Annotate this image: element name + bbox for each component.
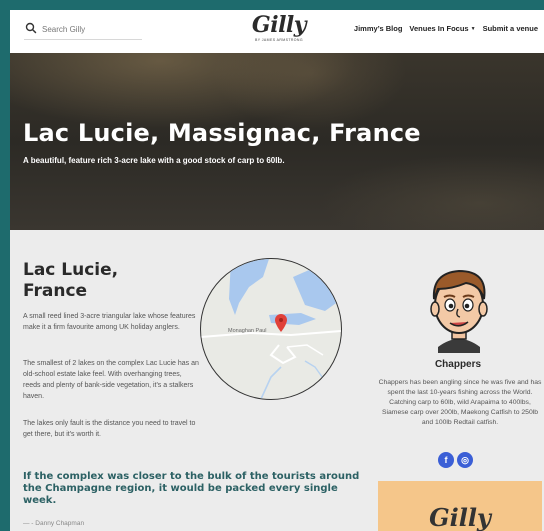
hero-subtitle: A beautiful, feature rich 3-acre lake wi… [23,156,285,165]
intro-paragraph: A small reed lined 3-acre triangular lak… [23,313,196,331]
page: Gilly BY JAMES ARMSTRONG Jimmy’s Blog Ve… [10,10,544,531]
nav-submit-venue[interactable]: Submit a venue [483,24,538,33]
author-avatar [430,269,488,353]
promo-logo: Gilly [429,503,491,531]
logo-wordmark: Gilly [251,12,307,38]
top-navigation-bar: Gilly BY JAMES ARMSTRONG Jimmy’s Blog Ve… [10,10,544,53]
nav-jimmys-blog[interactable]: Jimmy’s Blog [354,24,403,33]
hero-title: Lac Lucie, Massignac, France [23,119,421,147]
author-name: Chappers [434,359,482,370]
facebook-icon[interactable]: f [438,452,454,468]
main-nav: Jimmy’s Blog Venues In Focus ▼ Submit a v… [354,24,538,33]
search-icon [25,22,37,34]
promo-banner[interactable]: Gilly [378,481,542,531]
distance-paragraph: The lakes only fault is the distance you… [23,420,196,438]
hero-banner: Lac Lucie, Massignac, France A beautiful… [10,53,544,230]
search-input[interactable] [40,20,144,38]
social-links: f ◎ [438,452,473,468]
quote-author: — - Danny Chapman [23,520,85,527]
nav-venues-in-focus[interactable]: Venues In Focus ▼ [409,24,475,33]
pull-quote: If the complex was closer to the bulk of… [23,471,360,506]
description-paragraph: The smallest of 2 lakes on the complex L… [23,360,199,400]
lake-title: Lac Lucie, France [23,260,119,301]
map-graphic [201,259,341,399]
site-logo[interactable]: Gilly BY JAMES ARMSTRONG [250,12,308,50]
logo-subtext: BY JAMES ARMSTRONG [255,38,303,42]
author-bio: Chappers has been angling since he was f… [378,379,542,426]
map-pin-icon[interactable] [275,314,287,332]
map-place-label: Monaghan Paul [228,328,267,334]
search-box[interactable] [24,19,144,40]
location-map[interactable]: Monaghan Paul [200,258,342,400]
caret-down-icon: ▼ [470,25,476,32]
instagram-icon[interactable]: ◎ [457,452,473,468]
